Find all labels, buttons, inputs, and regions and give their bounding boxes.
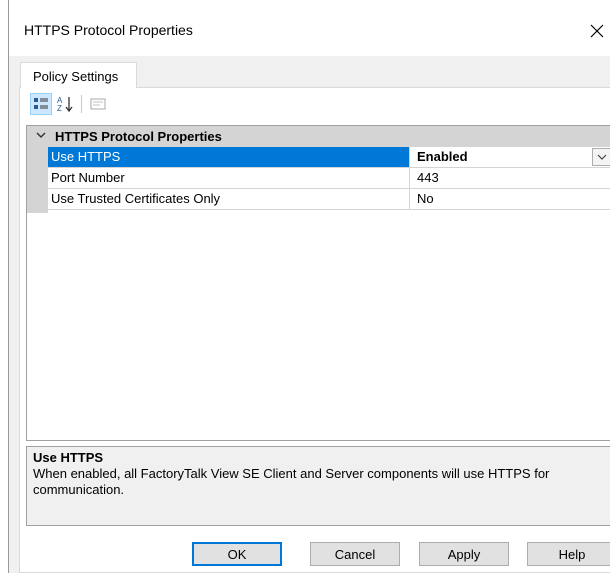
- grid-gutter: [27, 147, 48, 213]
- property-name: Use Trusted Certificates Only: [48, 189, 410, 209]
- sort-alphabetical-button[interactable]: A Z: [54, 93, 76, 115]
- toolbar-separator: [81, 95, 82, 113]
- title-bar: HTTPS Protocol Properties: [9, 0, 610, 56]
- chevron-down-icon: [597, 154, 606, 160]
- property-value[interactable]: Enabled: [411, 147, 610, 167]
- svg-text:Z: Z: [57, 104, 62, 113]
- categorized-icon: [34, 98, 48, 109]
- description-text: When enabled, all FactoryTalk View SE Cl…: [33, 466, 550, 497]
- category-row[interactable]: HTTPS Protocol Properties: [27, 126, 610, 147]
- apply-button[interactable]: Apply: [419, 542, 509, 566]
- property-row-use-https[interactable]: Use HTTPS Enabled: [48, 147, 610, 168]
- window-title: HTTPS Protocol Properties: [24, 22, 193, 38]
- property-pages-button[interactable]: [87, 93, 109, 115]
- ok-button[interactable]: OK: [192, 542, 282, 566]
- property-name: Port Number: [48, 168, 410, 188]
- property-name: Use HTTPS: [48, 147, 410, 167]
- tab-policy-settings[interactable]: Policy Settings: [20, 62, 137, 88]
- categorized-button[interactable]: [30, 93, 52, 115]
- category-label: HTTPS Protocol Properties: [55, 129, 222, 144]
- close-icon: [590, 24, 604, 38]
- sort-alphabetical-icon: A Z: [57, 96, 73, 113]
- description-pane: Use HTTPS When enabled, all FactoryTalk …: [26, 446, 610, 526]
- property-row-port-number[interactable]: Port Number 443: [48, 168, 610, 189]
- value-dropdown-button[interactable]: [592, 148, 610, 166]
- cancel-button[interactable]: Cancel: [310, 542, 400, 566]
- property-row-trusted-certificates[interactable]: Use Trusted Certificates Only No: [48, 189, 610, 210]
- help-button[interactable]: Help: [527, 542, 610, 566]
- property-toolbar: A Z: [30, 90, 111, 118]
- tab-panel: A Z HTTPS Protocol Properties Use HTTPS …: [19, 87, 610, 573]
- description-title: Use HTTPS: [33, 450, 104, 465]
- close-button[interactable]: [583, 14, 610, 48]
- property-grid: HTTPS Protocol Properties Use HTTPS Enab…: [26, 125, 610, 441]
- chevron-down-icon[interactable]: [35, 129, 47, 141]
- property-pages-icon: [90, 98, 106, 110]
- button-bar: OK Cancel Apply Help: [9, 542, 610, 568]
- dialog-window: HTTPS Protocol Properties Policy Setting…: [8, 0, 610, 573]
- property-value[interactable]: No: [411, 189, 610, 209]
- property-value[interactable]: 443: [411, 168, 610, 188]
